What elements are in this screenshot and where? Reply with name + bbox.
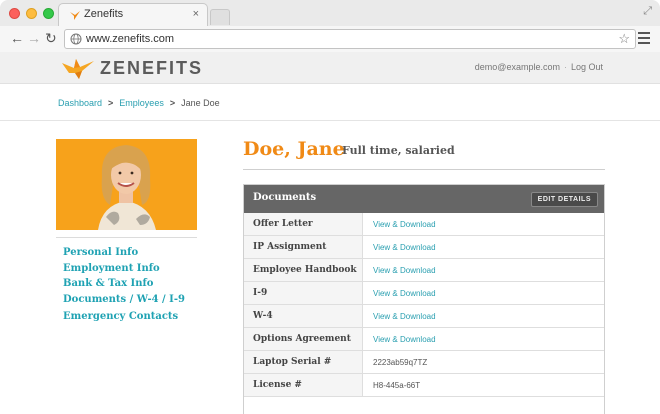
laptop-serial-value: 2223ab59q7TZ (373, 357, 428, 367)
documents-title: Documents (253, 192, 317, 203)
breadcrumb-separator: > (169, 98, 176, 108)
photo-divider (56, 237, 197, 238)
document-label: Options Agreement (244, 328, 363, 350)
document-label: Laptop Serial # (244, 351, 363, 373)
zenefits-logo[interactable]: ZENEFITS (60, 55, 220, 81)
employee-name: Doe, Jane (243, 138, 345, 160)
edit-details-button[interactable]: EDIT DETAILS (530, 192, 598, 207)
title-divider (243, 169, 605, 170)
tab-title: Zenefits (84, 8, 124, 20)
fullscreen-icon[interactable]: ⤢ (643, 5, 652, 18)
view-download-link[interactable]: View & Download (373, 305, 436, 327)
documents-table: Offer Letter View & Download IP Assignme… (244, 213, 604, 397)
view-download-link[interactable]: View & Download (373, 328, 436, 350)
zoom-window-button[interactable] (43, 8, 54, 19)
employee-photo (56, 139, 197, 230)
browser-chrome: Zenefits × ⤢ ← → ↻ www.zenefits.com ☆ (0, 0, 660, 52)
close-window-button[interactable] (9, 8, 20, 19)
breadcrumb: Dashboard > Employees > Jane Doe (58, 98, 220, 108)
table-row: I-9 View & Download (244, 282, 604, 305)
sidebar-item-employment-info[interactable]: Employment Info (63, 263, 185, 274)
new-tab-button[interactable] (210, 9, 230, 25)
user-email: demo@example.com (474, 62, 560, 72)
license-number-value: H8-445a-66T (373, 380, 421, 390)
header-divider (0, 120, 660, 121)
url-text[interactable]: www.zenefits.com (86, 33, 174, 45)
address-bar[interactable]: www.zenefits.com ☆ (64, 29, 636, 49)
employee-portrait-image (56, 139, 197, 230)
table-row: Laptop Serial # 2223ab59q7TZ (244, 351, 604, 374)
minimize-window-button[interactable] (26, 8, 37, 19)
sidebar-item-documents[interactable]: Documents / W-4 / I-9 (63, 294, 185, 305)
sidebar-item-emergency-contacts[interactable]: Emergency Contacts (63, 311, 185, 322)
breadcrumb-employees[interactable]: Employees (119, 98, 164, 108)
sidebar-item-bank-tax-info[interactable]: Bank & Tax Info (63, 278, 185, 289)
view-download-link[interactable]: View & Download (373, 213, 436, 235)
employee-sidebar-nav: Personal Info Employment Info Bank & Tax… (63, 247, 185, 322)
view-download-link[interactable]: View & Download (373, 259, 436, 281)
table-row: Options Agreement View & Download (244, 328, 604, 351)
breadcrumb-separator: > (108, 98, 114, 108)
tab-close-icon[interactable]: × (193, 8, 199, 20)
document-label: Offer Letter (244, 213, 363, 235)
bookmark-star-icon[interactable]: ☆ (618, 31, 630, 47)
document-label: W-4 (244, 305, 363, 327)
bird-logo-icon (62, 59, 94, 79)
view-download-link[interactable]: View & Download (373, 282, 436, 304)
forward-icon[interactable]: → (27, 30, 41, 46)
reload-icon[interactable]: ↻ (45, 30, 57, 47)
employment-type: Full time, salaried (342, 144, 455, 157)
user-separator: · (563, 62, 567, 72)
table-row: W-4 View & Download (244, 305, 604, 328)
breadcrumb-current: Jane Doe (181, 98, 220, 108)
breadcrumb-dashboard[interactable]: Dashboard (58, 98, 102, 108)
table-row: IP Assignment View & Download (244, 236, 604, 259)
back-icon[interactable]: ← (10, 30, 24, 46)
logo-text: ZENEFITS (100, 58, 204, 78)
globe-icon (70, 33, 82, 45)
table-row: License # H8-445a-66T (244, 374, 604, 397)
document-label: License # (244, 374, 363, 396)
view-download-link[interactable]: View & Download (373, 236, 436, 258)
browser-menu-icon[interactable] (638, 32, 650, 44)
user-menu: demo@example.com · Log Out (475, 62, 603, 72)
documents-panel-header: Documents EDIT DETAILS (244, 185, 604, 213)
table-row: Employee Handbook View & Download (244, 259, 604, 282)
logout-link[interactable]: Log Out (571, 62, 603, 72)
browser-toolbar: ← → ↻ www.zenefits.com ☆ (0, 26, 660, 52)
documents-panel: Documents EDIT DETAILS Offer Letter View… (243, 184, 605, 414)
zenefits-favicon-icon (70, 11, 80, 20)
document-label: Employee Handbook (244, 259, 363, 281)
document-label: IP Assignment (244, 236, 363, 258)
browser-tab[interactable]: Zenefits × (58, 3, 208, 26)
site-header: ZENEFITS demo@example.com · Log Out (0, 52, 660, 84)
table-row: Offer Letter View & Download (244, 213, 604, 236)
document-label: I-9 (244, 282, 363, 304)
sidebar-item-personal-info[interactable]: Personal Info (63, 247, 185, 258)
